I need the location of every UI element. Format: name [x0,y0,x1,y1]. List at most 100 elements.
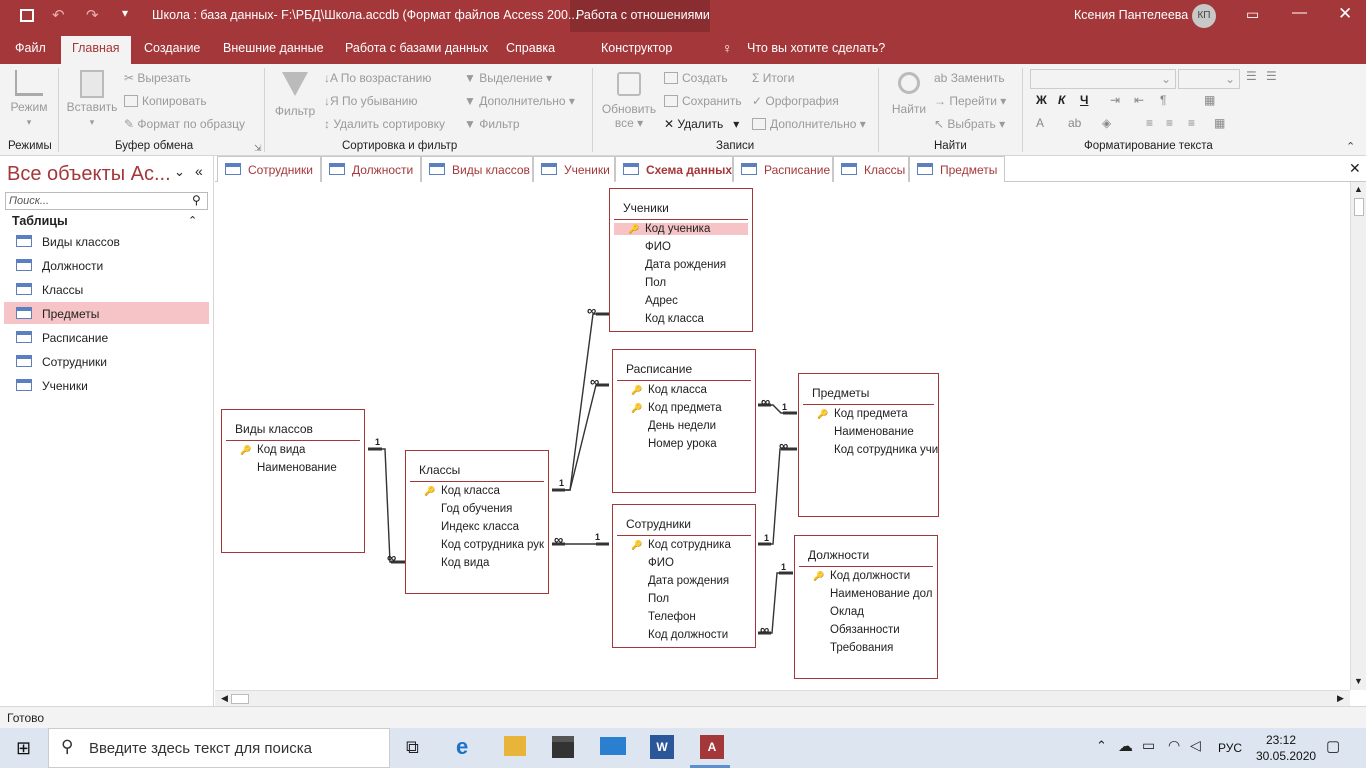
close-document-icon[interactable]: ✕ [1349,160,1361,177]
table-box-title[interactable]: Расписание [626,362,692,376]
scroll-up-icon[interactable]: ▲ [1354,184,1363,194]
document-tab[interactable]: Сотрудники [217,156,321,182]
tab-external-data[interactable]: Внешние данные [223,41,324,55]
highlight-icon[interactable]: ab [1068,116,1081,130]
cloud-icon[interactable]: ☁ [1118,737,1133,755]
document-tab[interactable]: Предметы [909,156,1005,182]
table-box-title[interactable]: Сотрудники [626,517,691,531]
table-field[interactable]: Индекс класса [441,521,519,533]
table-field[interactable]: Номер урока [648,438,717,450]
word-icon[interactable]: W [650,735,674,759]
table-box[interactable]: Сотрудники Код сотрудника 🔑 ФИО Дата рождени… [612,504,756,648]
cut-button[interactable]: ✂ Вырезать [124,71,191,85]
table-field[interactable]: Адрес [645,295,678,307]
undo-icon[interactable]: ↶ [52,6,65,24]
taskbar-search-input[interactable]: ⚲ Введите здесь текст для поиска [48,728,390,768]
select-button[interactable]: ↖ Выбрать ▾ [934,117,1005,131]
italic-button[interactable]: К [1058,93,1065,107]
more-records-button[interactable]: Дополнительно ▾ [752,117,866,131]
table-field[interactable]: Код сотрудника учи [834,444,938,456]
table-box-title[interactable]: Ученики [623,201,669,215]
store-icon[interactable] [552,736,574,758]
hscroll-thumb[interactable] [231,694,249,704]
relationships-canvas[interactable]: 1 ∞ ∞ 1 ∞ ∞ 1 ∞ 1 1 ∞ ∞ 1 Ученики Код ученика 🔑 ФИО Дата… [215,182,1350,690]
table-field[interactable]: Дата рождения [645,259,726,271]
tab-design[interactable]: Конструктор [601,41,672,55]
filter-button[interactable]: Фильтр [272,70,318,118]
format-painter-button[interactable]: ✎ Формат по образцу [124,117,245,131]
table-field[interactable]: Наименование [257,462,337,474]
vertical-scrollbar[interactable]: ▲ ▼ [1350,182,1366,690]
nav-item[interactable]: Расписание [4,326,209,348]
nav-item[interactable]: Предметы [4,302,209,324]
tab-database-tools[interactable]: Работа с базами данных [345,41,488,55]
table-field[interactable]: Телефон [648,611,696,623]
minimize-icon[interactable]: — [1292,4,1307,21]
indent-icon[interactable]: ⇥ [1110,93,1120,107]
tell-me-input[interactable]: Что вы хотите сделать? [747,41,885,55]
tab-create[interactable]: Создание [144,41,200,55]
mail-icon[interactable] [600,737,626,755]
access-icon[interactable]: A [700,735,724,759]
align-center-icon[interactable]: ≡ [1166,116,1173,130]
collapse-section-icon[interactable]: ⌃ [188,214,197,227]
sort-asc-button[interactable]: ↓A По возрастанию [324,71,431,85]
nav-item[interactable]: Классы [4,278,209,300]
table-field[interactable]: Дата рождения [648,575,729,587]
ribbon-display-icon[interactable]: ▭ [1246,6,1259,23]
table-field[interactable]: Пол [645,277,666,289]
totals-button[interactable]: Σ Итоги [752,71,795,85]
save-icon[interactable] [20,9,34,22]
spelling-button[interactable]: ✓ Орфография [752,94,839,108]
tab-file[interactable]: Файл [15,41,46,55]
tab-home[interactable]: Главная [61,36,131,64]
remove-sort-button[interactable]: ↕ Удалить сортировку [324,117,445,131]
battery-icon[interactable]: ▭ [1142,737,1155,754]
table-field[interactable]: Наименование дол [830,588,932,600]
scroll-down-icon[interactable]: ▼ [1354,676,1363,686]
numbering-icon[interactable]: ☰ [1266,69,1277,83]
table-box-title[interactable]: Классы [419,463,460,477]
table-box-title[interactable]: Предметы [812,386,869,400]
table-field[interactable]: Год обучения [441,503,512,515]
nav-item[interactable]: Должности [4,254,209,276]
table-field[interactable]: Код сотрудника рук [441,539,544,551]
align-right-icon[interactable]: ≡ [1188,116,1195,130]
table-field[interactable]: Код вида [441,557,489,569]
paste-button[interactable]: Вставить ▾ [66,70,118,128]
document-tab[interactable]: Должности [321,156,421,182]
table-box[interactable]: Должности Код должности 🔑 Наименование дол О… [794,535,938,679]
font-color-icon[interactable]: A [1036,116,1044,130]
language-indicator[interactable]: РУС [1218,741,1242,755]
task-view-icon[interactable]: ⧉ [406,737,419,758]
clock-time[interactable]: 23:12 [1266,733,1296,747]
alt-row-color-icon[interactable]: ▦ [1214,116,1225,130]
table-field[interactable]: День недели [648,420,716,432]
network-icon[interactable]: ◠ [1168,737,1180,754]
nav-menu-icon[interactable]: ⌄ [174,164,185,180]
document-tab[interactable]: Схема данных [615,156,733,182]
collapse-ribbon-icon[interactable]: ⌃ [1346,140,1355,153]
document-tab[interactable]: Классы [833,156,909,182]
align-left-icon[interactable]: ≡ [1146,116,1153,130]
nav-section-tables[interactable]: Таблицы [12,214,68,228]
edge-icon[interactable]: e [456,734,468,760]
mode-button[interactable]: Режим ▾ [8,70,50,128]
table-field[interactable]: Код должности [830,570,910,582]
volume-icon[interactable]: ◁ [1190,737,1201,754]
table-field[interactable]: Код класса [648,384,707,396]
table-box-title[interactable]: Должности [808,548,869,562]
advanced-filter-button[interactable]: ▼ Дополнительно ▾ [464,94,575,108]
table-field[interactable]: ФИО [648,557,674,569]
table-field[interactable]: ФИО [645,241,671,253]
table-field[interactable]: Наименование [834,426,914,438]
document-tab[interactable]: Виды классов [421,156,533,182]
table-field[interactable]: Код класса [645,313,704,325]
tray-chevron-icon[interactable]: ⌃ [1096,738,1107,754]
windows-start-icon[interactable]: ⊞ [16,738,31,759]
table-box[interactable]: Классы Код класса 🔑 Год обучения Индекс клас… [405,450,549,594]
clock-date[interactable]: 30.05.2020 [1256,749,1316,763]
user-name[interactable]: Ксения Пантелеева [1074,8,1188,22]
goto-button[interactable]: → Перейти ▾ [934,94,1006,108]
avatar[interactable]: КП [1192,4,1216,28]
